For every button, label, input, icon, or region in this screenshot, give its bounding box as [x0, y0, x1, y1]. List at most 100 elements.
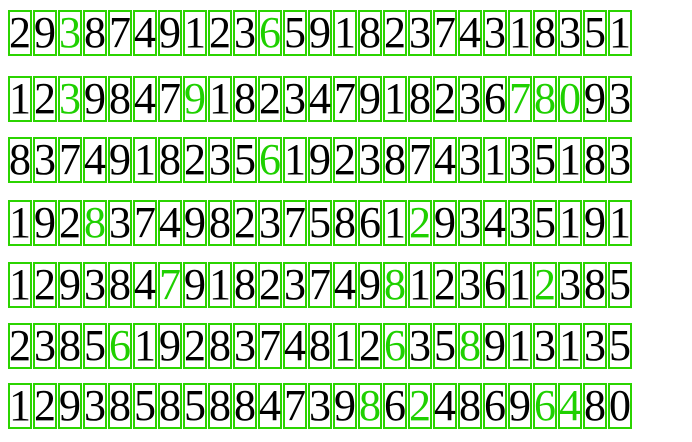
digit-box: 1: [608, 198, 632, 247]
digit-box: 1: [183, 8, 207, 57]
digit-box: 1: [408, 260, 432, 309]
digit-box: 3: [33, 321, 57, 370]
digit-box: 8: [233, 74, 257, 123]
digit-box: 4: [283, 321, 307, 370]
digit-box: 1: [383, 198, 407, 247]
digit-box: 4: [133, 260, 157, 309]
digit-box: 8: [208, 381, 232, 430]
digit-box: 3: [108, 198, 132, 247]
digit-box: 2: [58, 198, 82, 247]
digit-box: 1: [483, 135, 507, 184]
digit-box: 7: [108, 8, 132, 57]
digit-box: 2: [383, 8, 407, 57]
digit-box: 2: [233, 198, 257, 247]
digit-box: 9: [83, 74, 107, 123]
digit-box: 3: [308, 381, 332, 430]
digit-box: 7: [158, 260, 182, 309]
digit-box: 3: [558, 8, 582, 57]
digit-box: 5: [83, 321, 107, 370]
digit-box: 5: [533, 198, 557, 247]
digit-box: 5: [608, 260, 632, 309]
digit-box: 2: [208, 8, 232, 57]
digit-box: 8: [233, 381, 257, 430]
digit-box: 2: [33, 260, 57, 309]
digit-box: 3: [458, 135, 482, 184]
digit-box: 3: [483, 8, 507, 57]
digit-box: 4: [133, 74, 157, 123]
digit-box: 3: [283, 74, 307, 123]
digit-box: 8: [583, 381, 607, 430]
digit-box: 6: [108, 321, 132, 370]
digit-box: 3: [458, 74, 482, 123]
digit-box: 4: [258, 381, 282, 430]
digit-box: 8: [158, 135, 182, 184]
digit-box: 9: [158, 321, 182, 370]
digit-box: 3: [258, 198, 282, 247]
digit-box: 3: [558, 260, 582, 309]
digit-box: 5: [233, 135, 257, 184]
digit-box: 1: [8, 74, 32, 123]
digit-box: 8: [533, 74, 557, 123]
digit-box: 0: [608, 381, 632, 430]
digit-box: 9: [583, 198, 607, 247]
digit-box: 4: [158, 198, 182, 247]
digit-box: 6: [258, 8, 282, 57]
digit-box: 8: [308, 321, 332, 370]
digit-box: 1: [508, 8, 532, 57]
digit-box: 7: [308, 260, 332, 309]
digit-box: 8: [583, 135, 607, 184]
digit-box: 2: [408, 381, 432, 430]
digit-box: 2: [183, 135, 207, 184]
digit-box: 8: [208, 198, 232, 247]
digit-box: 8: [208, 321, 232, 370]
digit-box: 5: [608, 321, 632, 370]
digit-box: 2: [258, 260, 282, 309]
digit-box: 3: [608, 135, 632, 184]
digit-box: 6: [483, 381, 507, 430]
digit-box: 2: [33, 74, 57, 123]
digit-box: 8: [458, 321, 482, 370]
digit-box: 3: [458, 198, 482, 247]
digit-box: 8: [108, 74, 132, 123]
digit-box: 8: [83, 198, 107, 247]
digit-box: 7: [258, 321, 282, 370]
digit-box: 9: [108, 135, 132, 184]
digit-box: 6: [533, 381, 557, 430]
digit-box: 4: [558, 381, 582, 430]
digit-box: 2: [258, 74, 282, 123]
digit-box: 4: [333, 260, 357, 309]
digit-box: 5: [133, 381, 157, 430]
digit-box: 1: [8, 198, 32, 247]
digit-box: 0: [558, 74, 582, 123]
digit-box: 2: [8, 321, 32, 370]
digit-box: 7: [508, 74, 532, 123]
digit-box: 2: [33, 381, 57, 430]
digit-box: 8: [458, 381, 482, 430]
digit-box: 1: [283, 135, 307, 184]
digit-box: 9: [33, 8, 57, 57]
digit-box: 8: [58, 321, 82, 370]
digit-box: 1: [383, 74, 407, 123]
digit-box: 4: [133, 8, 157, 57]
digit-box: 9: [308, 8, 332, 57]
digit-box: 2: [533, 260, 557, 309]
digit-box: 6: [358, 198, 382, 247]
digit-box: 9: [333, 381, 357, 430]
digit-box: 7: [158, 74, 182, 123]
digit-box: 8: [408, 74, 432, 123]
digit-box: 5: [533, 135, 557, 184]
digit-box: 7: [433, 8, 457, 57]
digit-box: 7: [58, 135, 82, 184]
digit-box: 8: [383, 135, 407, 184]
digit-box: 7: [283, 198, 307, 247]
digit-box: 8: [108, 381, 132, 430]
digit-box: 3: [58, 74, 82, 123]
digit-box: 2: [408, 198, 432, 247]
digit-box: 3: [508, 135, 532, 184]
digit-box: 8: [333, 198, 357, 247]
digit-box: 8: [83, 8, 107, 57]
digit-box: 9: [183, 74, 207, 123]
digit-box: 3: [83, 381, 107, 430]
digit-box: 8: [108, 260, 132, 309]
digit-box: 3: [283, 260, 307, 309]
